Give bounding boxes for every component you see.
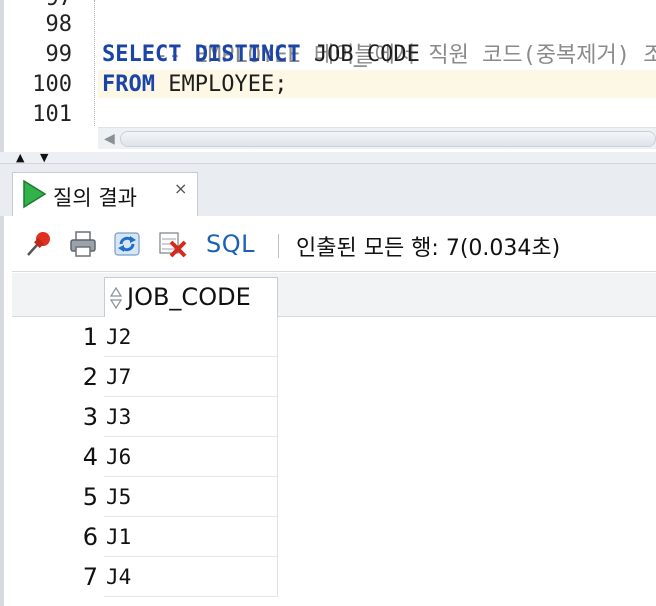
line-number: 100 xyxy=(32,72,72,97)
table-row[interactable]: 1 J2 xyxy=(12,317,278,357)
row-number: 2 xyxy=(82,363,98,391)
results-toolbar: SQL 인출된 모든 행: 7(0.034초) xyxy=(12,216,656,272)
editor-horizontal-scrollbar[interactable]: ◀ xyxy=(98,127,656,149)
table-row[interactable]: 7 J4 xyxy=(12,557,278,597)
tab-label: 질의 결과 xyxy=(53,186,137,210)
job-code-cell[interactable]: J7 xyxy=(104,357,278,397)
refresh-icon[interactable] xyxy=(112,230,142,258)
toolbar-divider xyxy=(278,234,279,258)
sql-button[interactable]: SQL xyxy=(206,230,255,258)
sql-identifier: JOB_CODE xyxy=(313,42,420,67)
table-row[interactable]: 5 J5 xyxy=(12,477,278,517)
window-edge xyxy=(0,0,4,606)
line-number: 99 xyxy=(45,42,73,67)
line-number: 101 xyxy=(32,102,72,127)
column-header-label: JOB_CODE xyxy=(127,283,251,311)
row-number: 1 xyxy=(82,323,98,351)
scroll-left-icon[interactable]: ◀ xyxy=(104,131,115,147)
panel-splitter[interactable]: ▲ ▼ xyxy=(0,152,656,164)
job-code-cell[interactable]: J3 xyxy=(104,397,278,437)
row-number: 7 xyxy=(82,563,98,591)
line-number: 97 xyxy=(8,0,73,11)
collapse-down-icon[interactable]: ▼ xyxy=(40,152,48,163)
row-number: 5 xyxy=(82,483,98,511)
sql-keyword: SELECT DISTINCT xyxy=(102,42,301,67)
pin-icon[interactable] xyxy=(24,230,54,258)
collapse-up-icon[interactable]: ▲ xyxy=(16,152,24,163)
fetch-status: 인출된 모든 행: 7(0.034초) xyxy=(296,236,561,261)
job-code-cell[interactable]: J6 xyxy=(104,437,278,477)
table-row[interactable]: 3 J3 xyxy=(12,397,278,437)
sql-editor[interactable]: 97 98 99 100 101 -- EMPLOYEE 테이블에서 직원 코드… xyxy=(0,0,656,152)
results-tab-strip: 질의 결과 × xyxy=(0,164,656,218)
code-line-from[interactable]: FROM EMPLOYEE; xyxy=(102,72,287,97)
sql-identifier: EMPLOYEE; xyxy=(168,72,288,97)
tab-query-result[interactable]: 질의 결과 × xyxy=(12,172,198,218)
table-row[interactable]: 6 J1 xyxy=(12,517,278,557)
table-row[interactable]: 2 J7 xyxy=(12,357,278,397)
line-number: 98 xyxy=(45,12,73,37)
code-line-select[interactable]: SELECT DISTINCT JOB_CODE xyxy=(102,42,420,67)
job-code-cell[interactable]: J5 xyxy=(104,477,278,517)
sql-keyword: FROM xyxy=(102,72,155,97)
row-number: 3 xyxy=(82,403,98,431)
fold-guide xyxy=(94,0,95,126)
row-number: 4 xyxy=(82,443,98,471)
play-icon xyxy=(23,179,47,209)
print-icon[interactable] xyxy=(68,230,98,258)
table-row[interactable]: 4 J6 xyxy=(12,437,278,477)
column-header-job-code[interactable]: JOB_CODE xyxy=(104,277,278,317)
row-number: 6 xyxy=(82,523,98,551)
sort-icon[interactable] xyxy=(109,286,123,310)
job-code-cell[interactable]: J2 xyxy=(104,317,278,357)
job-code-cell[interactable]: J1 xyxy=(104,517,278,557)
result-grid[interactable]: JOB_CODE 1 J2 2 J7 3 J3 4 J6 5 J5 6 J1 7… xyxy=(12,273,656,606)
scrollbar-thumb[interactable] xyxy=(120,131,656,147)
close-icon[interactable]: × xyxy=(174,179,187,198)
clear-icon[interactable] xyxy=(158,230,188,258)
job-code-cell[interactable]: J4 xyxy=(104,557,278,597)
line-number-gutter: 97 98 99 100 101 xyxy=(4,0,98,127)
